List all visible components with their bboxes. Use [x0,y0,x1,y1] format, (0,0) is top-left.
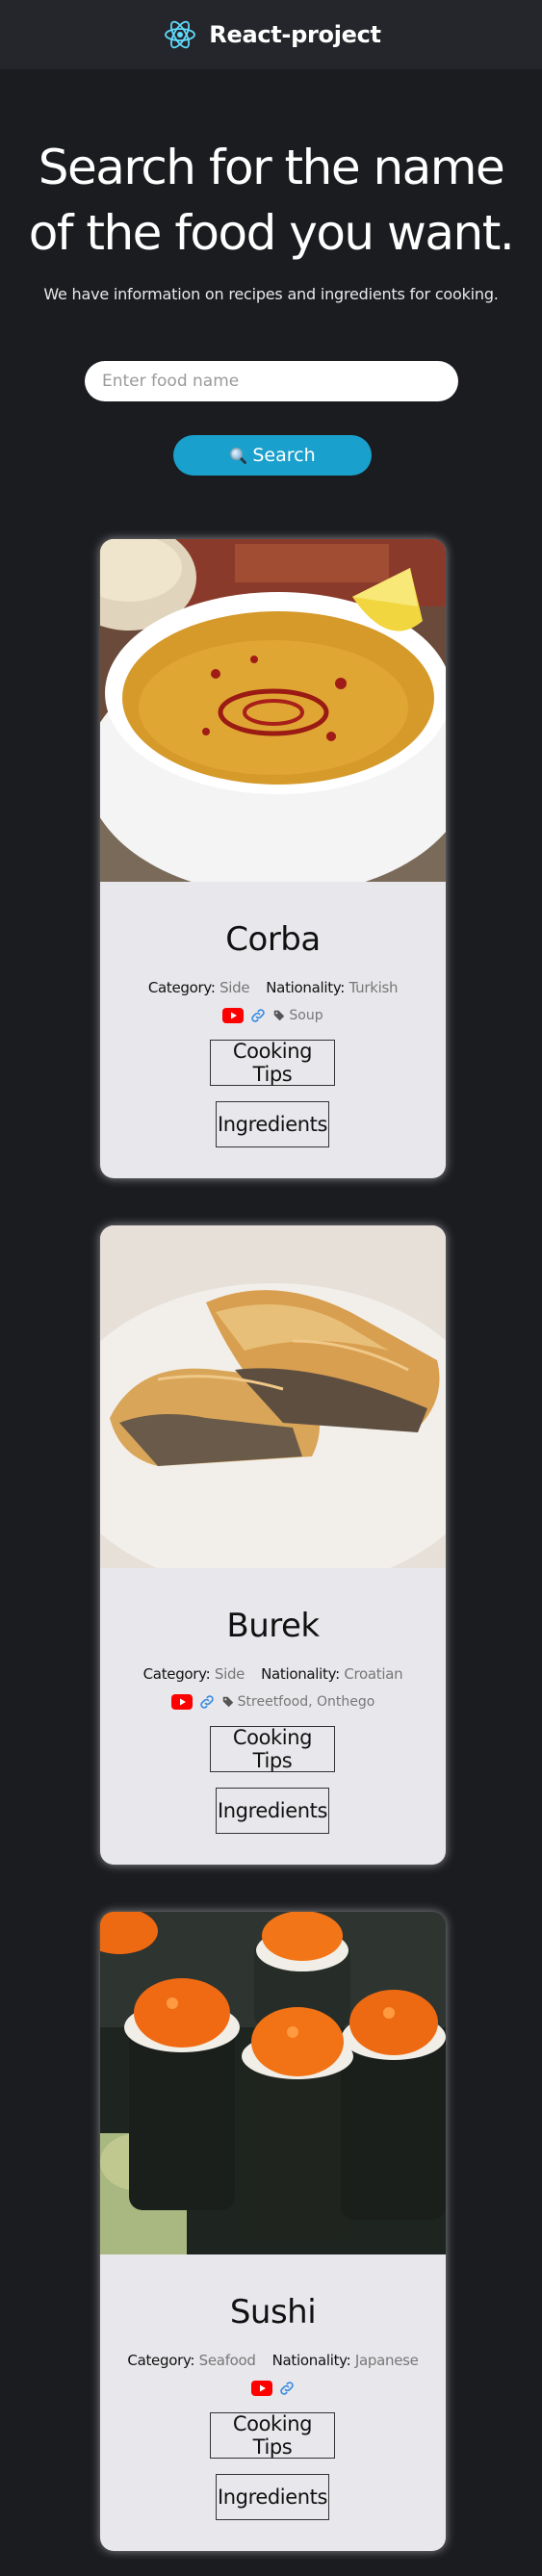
ingredients-button[interactable]: Ingredients [216,1101,329,1147]
nationality-label: Nationality: [266,979,346,996]
ingredients-button[interactable]: Ingredients [216,1788,329,1834]
category-value: Seafood [198,2352,256,2369]
tag-icon [274,1010,285,1021]
cooking-tips-button[interactable]: Cooking Tips [210,1726,335,1772]
meal-tags-text: Streetfood, Onthego [237,1694,375,1710]
meal-meta: Category: Seafood Nationality: Japanese [100,2352,446,2369]
youtube-icon[interactable] [170,1694,193,1710]
meal-tags: Streetfood, Onthego [221,1694,375,1710]
link-icon[interactable] [278,2380,296,2397]
page-title: Search for the name of the food you want… [28,140,515,261]
nationality-value: Japanese [354,2352,419,2369]
youtube-icon[interactable] [222,1008,245,1023]
meal-photo-burek [100,1225,446,1568]
navbar: React-project [0,0,542,69]
page-subtitle: We have information on recipes and ingre… [43,285,499,303]
category-label: Category: [142,1665,211,1683]
nationality-value: Croatian [344,1665,403,1683]
search-button[interactable]: Search [173,435,372,476]
meal-meta: Category: Side Nationality: Turkish [100,979,446,996]
youtube-icon[interactable] [250,2381,272,2396]
ingredients-button[interactable]: Ingredients [216,2474,329,2520]
meal-card-corba: Corba Category: Side Nationality: Turkis… [100,539,446,1178]
meal-card-burek: Burek Category: Side Nationality: Croati… [100,1225,446,1865]
meal-card-sushi: Sushi Category: Seafood Nationality: Jap… [100,1912,446,2551]
app-title[interactable]: React-project [209,21,381,48]
magnifier-icon [230,448,247,464]
meal-photo-corba [100,539,446,882]
link-icon[interactable] [249,1007,267,1024]
meal-name: Sushi [229,2293,317,2331]
meal-name: Burek [226,1607,320,1645]
meal-tags-text: Soup [289,1008,323,1023]
meal-links: Soup [100,1005,446,1026]
link-icon[interactable] [198,1693,216,1711]
nationality-value: Turkish [348,979,399,996]
category-label: Category: [127,2352,195,2369]
nationality-label: Nationality: [271,2352,351,2369]
nationality-label: Nationality: [261,1665,340,1683]
meal-photo-sushi [100,1912,446,2254]
cooking-tips-button[interactable]: Cooking Tips [210,2412,335,2459]
meal-name: Corba [225,920,321,959]
category-label: Category: [147,979,216,996]
meal-links [100,2378,446,2399]
search-input[interactable] [85,361,458,401]
meal-meta: Category: Side Nationality: Croatian [100,1665,446,1683]
tag-icon [222,1696,233,1708]
meal-links: Streetfood, Onthego [100,1691,446,1713]
react-logo-icon[interactable] [161,15,199,54]
search-button-label: Search [252,445,316,466]
meal-tags: Soup [272,1008,323,1023]
category-value: Side [219,979,250,996]
cooking-tips-button[interactable]: Cooking Tips [210,1040,335,1086]
category-value: Side [214,1665,245,1683]
